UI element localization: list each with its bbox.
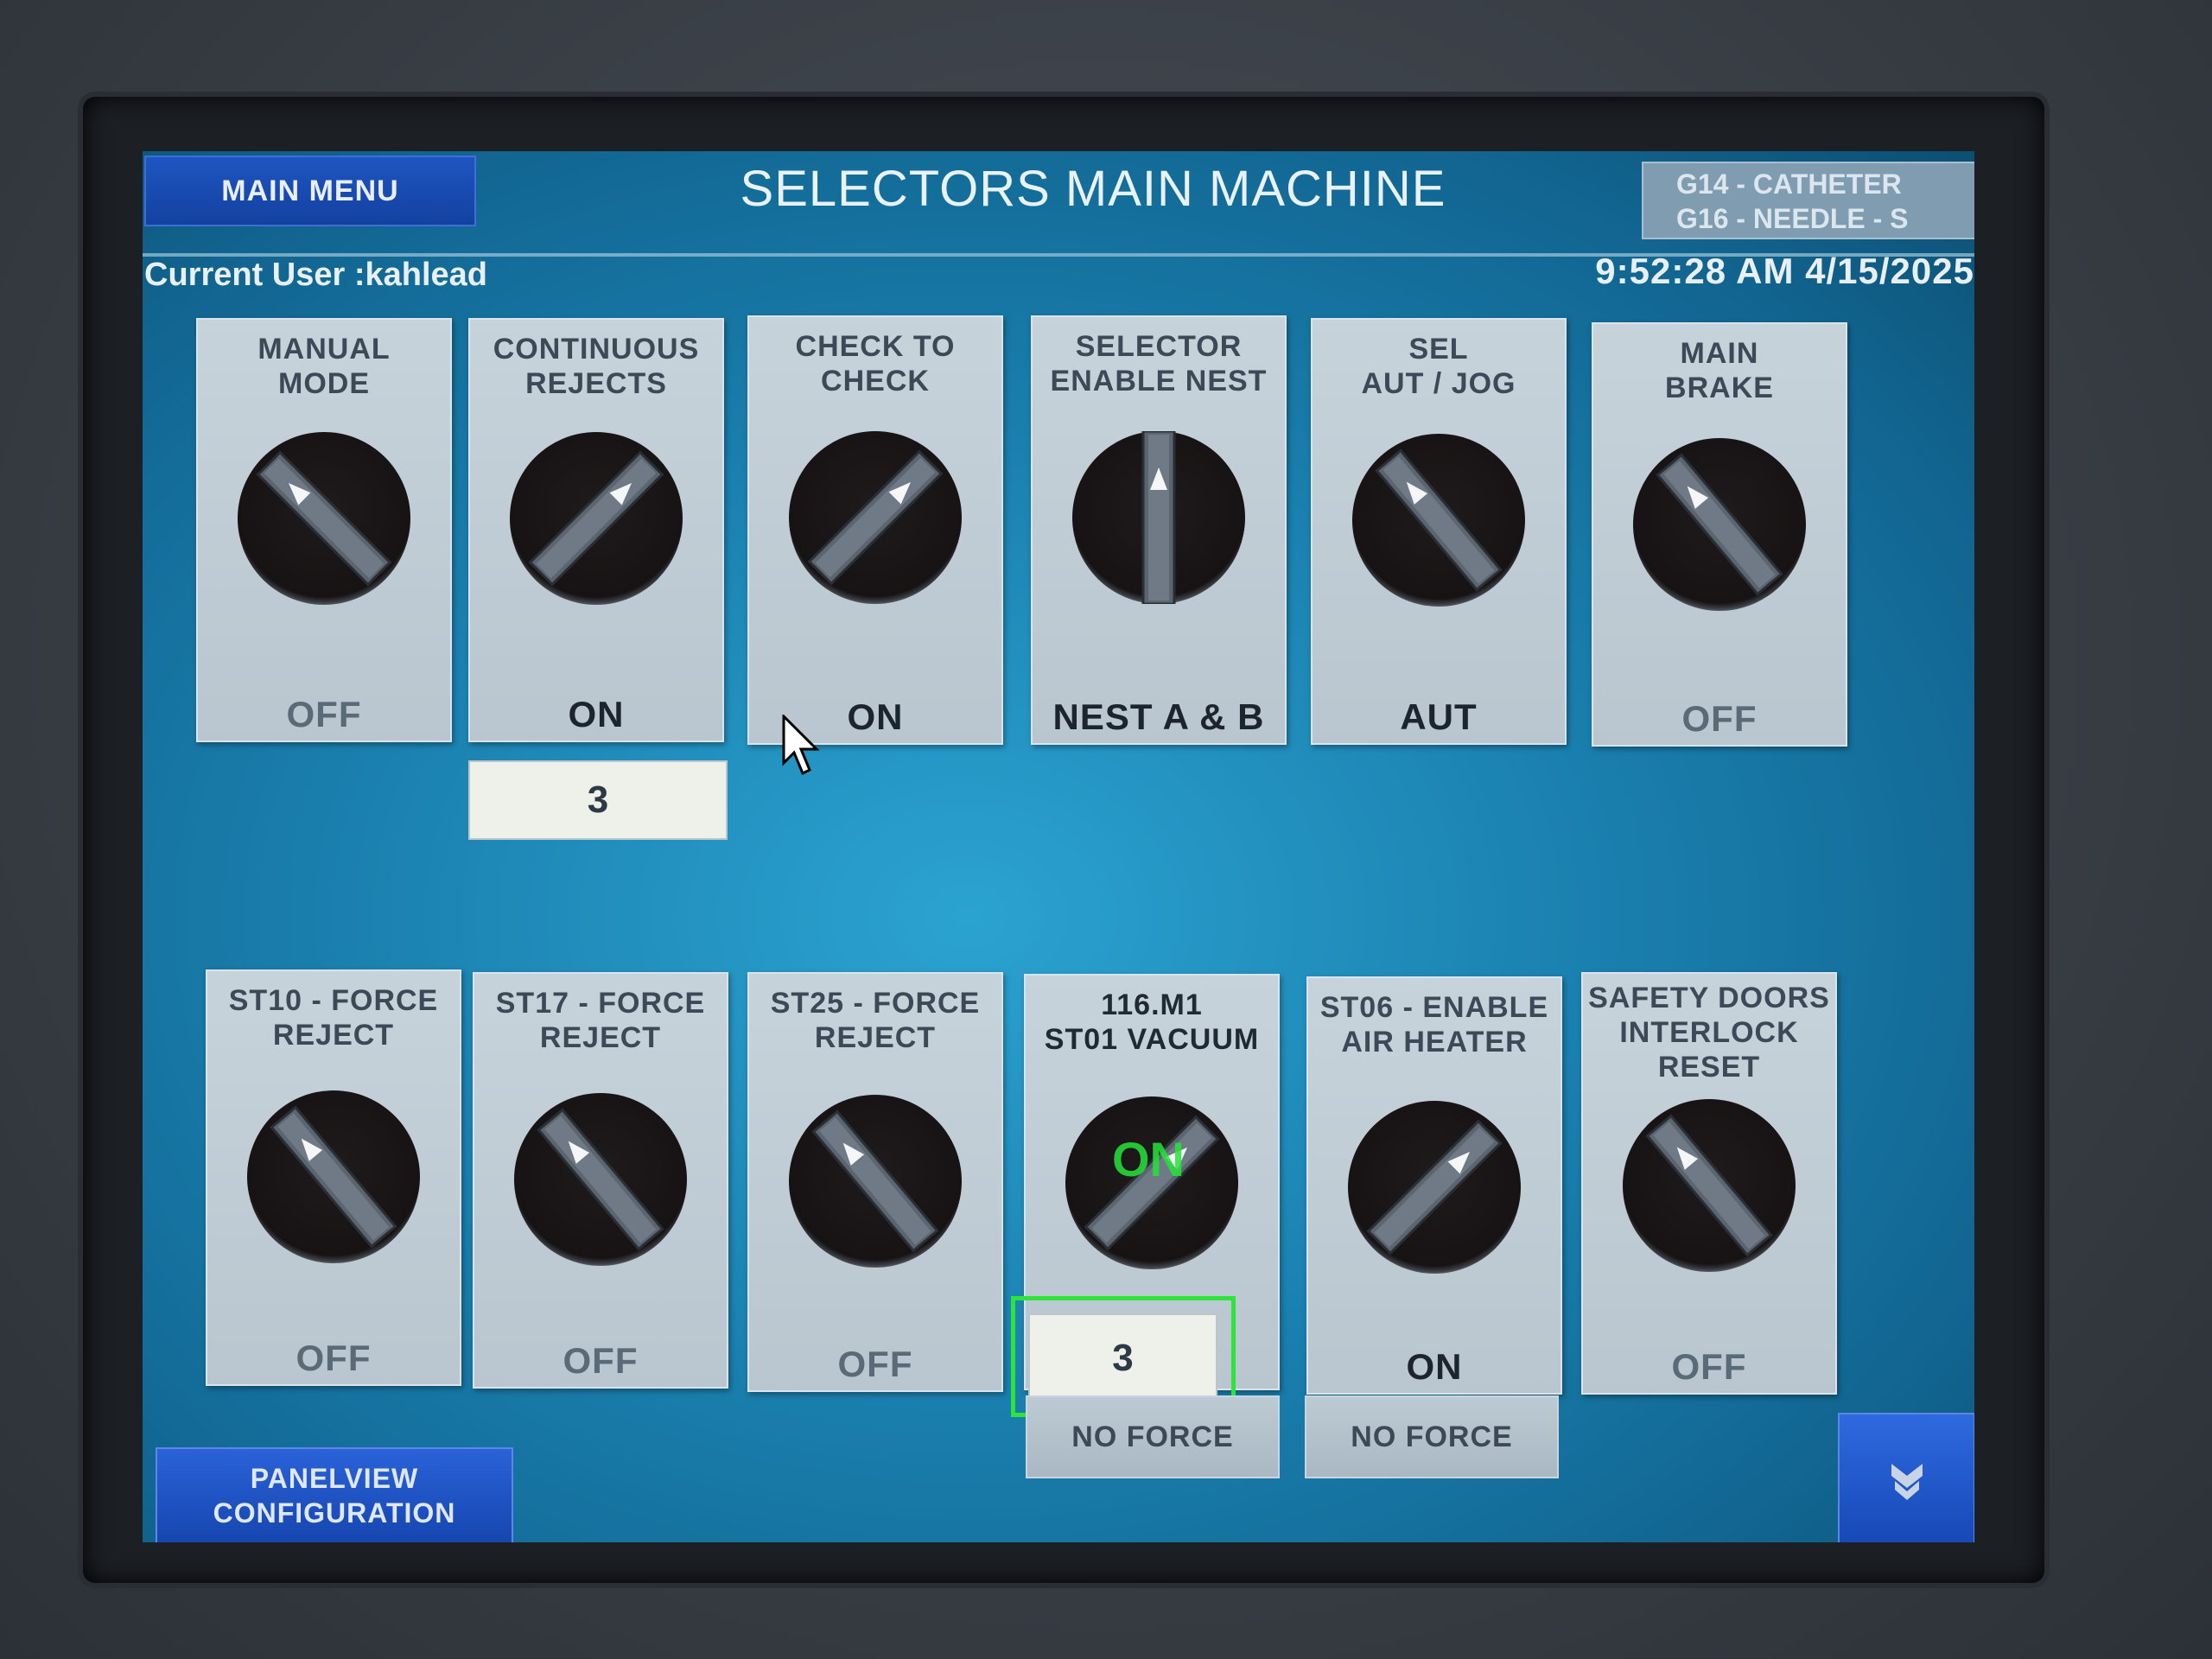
- rotary-knob-icon: [247, 1090, 420, 1263]
- page-title: SELECTORS MAIN MACHINE: [740, 161, 1446, 217]
- selector-state: ON: [1406, 1346, 1463, 1387]
- rotary-knob-icon: [514, 1093, 687, 1266]
- product-line-2: G16 - NEEDLE - S: [1676, 203, 1909, 234]
- product-indicator: G14 - CATHETER G16 - NEEDLE - S: [1642, 162, 1974, 239]
- mouse-pointer-icon: [782, 713, 820, 781]
- selector-state: OFF: [296, 1338, 372, 1378]
- selector-label: ST17 - FORCE REJECT: [495, 987, 706, 1054]
- selector-state: OFF: [286, 694, 362, 734]
- selector-label: ST10 - FORCE REJECT: [228, 984, 439, 1052]
- selector-state: OFF: [837, 1344, 913, 1384]
- panelview-configuration-button[interactable]: PANELVIEW CONFIGURATION: [156, 1447, 513, 1542]
- selector-check-to-check[interactable]: CHECK TO CHECK ON: [747, 315, 1003, 745]
- reject-count-field[interactable]: 3: [468, 760, 728, 840]
- selector-state: NEST A & B: [1052, 696, 1265, 737]
- selector-st17-force-reject[interactable]: ST17 - FORCE REJECT OFF: [473, 972, 728, 1389]
- selector-label: CHECK TO CHECK: [795, 330, 956, 397]
- selector-state: OFF: [563, 1340, 639, 1381]
- selector-label: MAIN BRAKE: [1665, 337, 1774, 404]
- selector-label: 116.M1 ST01 VACUUM: [1044, 988, 1260, 1056]
- selector-state: ON: [568, 694, 625, 734]
- selector-continuous-rejects[interactable]: CONTINUOUS REJECTS ON: [468, 318, 724, 742]
- selector-state: AUT: [1400, 696, 1478, 737]
- selector-safety-doors-reset[interactable]: SAFETY DOORS INTERLOCK RESET OFF: [1581, 972, 1837, 1395]
- page-down-button[interactable]: [1838, 1413, 1974, 1542]
- selector-main-brake[interactable]: MAIN BRAKE OFF: [1592, 322, 1847, 747]
- datetime-display: 9:52:28 AM 4/15/2025: [1595, 251, 1974, 291]
- hmi-screen: MAIN MENU SELECTORS MAIN MACHINE G14 - C…: [143, 151, 1974, 1542]
- selector-st06-air-heater[interactable]: ST06 - ENABLE AIR HEATER ON: [1306, 976, 1562, 1395]
- rotary-knob-icon: [1072, 431, 1245, 604]
- rotary-knob-icon: [1352, 434, 1525, 607]
- header-bar: MAIN MENU SELECTORS MAIN MACHINE G14 - C…: [143, 151, 1974, 255]
- selector-enable-nest[interactable]: SELECTOR ENABLE NEST NEST A & B: [1031, 315, 1287, 745]
- selector-label: CONTINUOUS REJECTS: [493, 333, 700, 400]
- selector-state: OFF: [1671, 1346, 1747, 1387]
- selector-aut-jog[interactable]: SEL AUT / JOG AUT: [1311, 318, 1567, 745]
- force-status-air-heater: NO FORCE: [1305, 1395, 1559, 1478]
- selector-label: SELECTOR ENABLE NEST: [1050, 330, 1268, 397]
- rotary-knob-icon: [1633, 438, 1806, 611]
- chevron-down-icon: [1891, 1464, 1923, 1500]
- selector-st10-force-reject[interactable]: ST10 - FORCE REJECT OFF: [206, 969, 461, 1386]
- selector-label: ST25 - FORCE REJECT: [770, 987, 981, 1054]
- selector-label: ST06 - ENABLE AIR HEATER: [1319, 991, 1549, 1058]
- selector-manual-mode[interactable]: MANUAL MODE OFF: [196, 318, 452, 742]
- current-user: Current User :kahlead: [144, 257, 488, 293]
- selector-label: MANUAL MODE: [257, 333, 391, 400]
- rotary-knob-icon: [1623, 1099, 1796, 1272]
- rotary-knob-icon: [1348, 1101, 1521, 1274]
- panelview-label-line2: CONFIGURATION: [213, 1497, 456, 1529]
- product-line-1: G14 - CATHETER: [1676, 168, 1902, 200]
- panelview-label-line1: PANELVIEW: [250, 1463, 419, 1494]
- selector-st25-force-reject[interactable]: ST25 - FORCE REJECT OFF: [747, 972, 1003, 1392]
- rotary-knob-icon: [789, 431, 962, 604]
- vacuum-on-indicator: ON: [1112, 1132, 1185, 1186]
- main-menu-button[interactable]: MAIN MENU: [144, 156, 476, 226]
- selector-label: SAFETY DOORS INTERLOCK RESET: [1588, 982, 1830, 1084]
- selector-label: SEL AUT / JOG: [1361, 333, 1516, 400]
- rotary-knob-icon: [238, 432, 410, 605]
- selector-state: OFF: [1681, 698, 1758, 739]
- rotary-knob-icon: [789, 1095, 962, 1268]
- force-status-vacuum: NO FORCE: [1026, 1395, 1280, 1478]
- rotary-knob-icon: [510, 432, 683, 605]
